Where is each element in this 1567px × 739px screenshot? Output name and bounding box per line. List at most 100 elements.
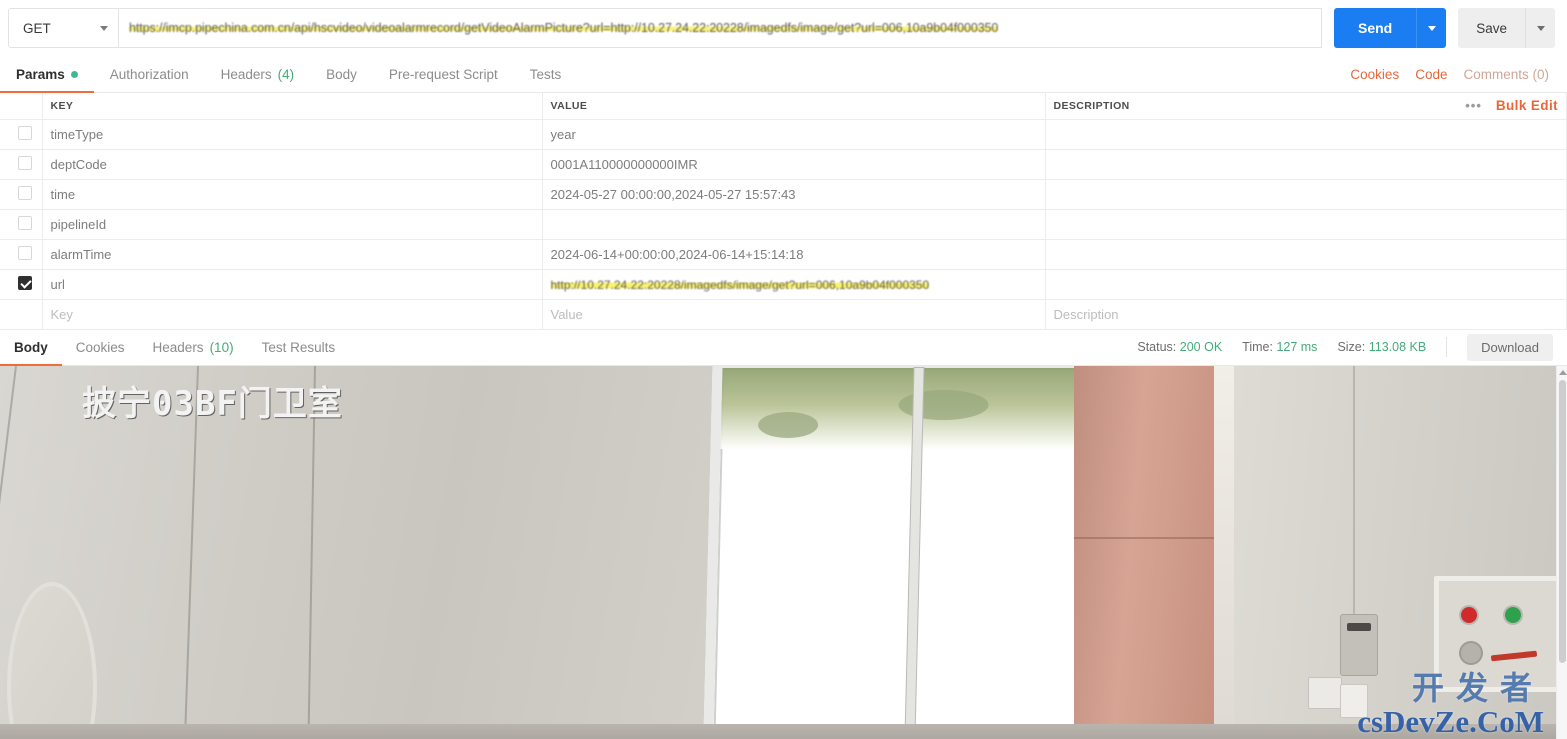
tab-params[interactable]: Params xyxy=(0,56,94,93)
image-panel-knob xyxy=(1460,642,1481,663)
tab-response-headers-label: Headers xyxy=(152,339,204,355)
row-key[interactable]: time xyxy=(42,179,543,210)
time-label: Time: xyxy=(1242,340,1273,354)
tab-body-label: Body xyxy=(326,66,357,82)
table-row[interactable]: url http://10.27.24.22:20228/imagedfs/im… xyxy=(0,269,1567,300)
row-description[interactable] xyxy=(1045,239,1567,270)
params-header-row: KEY VALUE DESCRIPTION ••• Bulk Edit xyxy=(0,93,1567,120)
request-url-input[interactable]: https://imcp.pipechina.com.cn/api/hscvid… xyxy=(118,8,1322,48)
image-floor xyxy=(0,724,1556,739)
row-description[interactable] xyxy=(1045,179,1567,210)
row-key[interactable]: url xyxy=(42,269,543,300)
row-value[interactable]: 2024-06-14+00:00:00,2024-06-14+15:14:18 xyxy=(542,239,1046,270)
row-description[interactable] xyxy=(1045,209,1567,240)
table-row[interactable]: alarmTime 2024-06-14+00:00:00,2024-06-14… xyxy=(0,239,1567,270)
new-value-input[interactable]: Value xyxy=(542,299,1046,330)
row-description[interactable] xyxy=(1045,149,1567,180)
http-method-select[interactable]: GET xyxy=(8,8,118,48)
camera-overlay-label: 披宁03BF门卫室 xyxy=(82,383,343,424)
row-value[interactable]: 2024-05-27 00:00:00,2024-05-27 15:57:43 xyxy=(542,179,1046,210)
status-label: Status: xyxy=(1137,340,1177,354)
table-row[interactable]: timeType year xyxy=(0,119,1567,150)
tab-authorization[interactable]: Authorization xyxy=(94,56,205,92)
params-table-container: KEY VALUE DESCRIPTION ••• Bulk Edit time… xyxy=(0,93,1567,330)
row-checkbox[interactable] xyxy=(18,125,32,140)
row-value[interactable]: 0001A110000000000IMR xyxy=(542,149,1046,180)
tab-response-headers[interactable]: Headers (10) xyxy=(139,330,248,365)
tab-headers[interactable]: Headers (4) xyxy=(205,56,311,92)
size-label: Size: xyxy=(1337,340,1366,354)
request-tabs-left: Params Authorization Headers (4) Body Pr… xyxy=(0,56,578,93)
row-key[interactable]: timeType xyxy=(42,119,543,150)
tab-response-body[interactable]: Body xyxy=(0,330,62,366)
tab-tests-label: Tests xyxy=(529,66,562,82)
tab-body[interactable]: Body xyxy=(310,56,373,92)
row-checkbox-cell[interactable] xyxy=(0,149,43,180)
send-options-button[interactable] xyxy=(1416,8,1447,48)
new-key-input[interactable]: Key xyxy=(42,299,543,330)
new-description-input[interactable]: Description xyxy=(1045,299,1567,330)
tab-tests[interactable]: Tests xyxy=(514,56,578,92)
row-value[interactable]: year xyxy=(542,119,1046,150)
status-value: 200 OK xyxy=(1179,340,1223,354)
tab-pre-request-script[interactable]: Pre-request Script xyxy=(373,56,514,92)
params-rows: timeType year deptCode 0001A110000000000… xyxy=(0,119,1567,330)
size-badge: Size: 113.08 KB xyxy=(1337,340,1426,354)
row-checkbox[interactable] xyxy=(18,155,32,170)
row-checkbox-cell[interactable] xyxy=(0,269,43,300)
row-key[interactable]: alarmTime xyxy=(42,239,543,270)
row-checkbox[interactable] xyxy=(18,215,32,230)
row-key[interactable]: pipelineId xyxy=(42,209,543,240)
row-checkbox[interactable] xyxy=(18,275,32,290)
image-window xyxy=(703,365,1102,739)
code-link[interactable]: Code xyxy=(1415,67,1447,82)
tab-headers-label: Headers xyxy=(220,66,272,82)
tab-params-label: Params xyxy=(16,66,65,82)
row-description[interactable] xyxy=(1045,269,1567,300)
size-value: 113.08 KB xyxy=(1368,340,1427,354)
params-header-value: VALUE xyxy=(542,93,1046,120)
response-vertical-scrollbar[interactable] xyxy=(1556,365,1567,739)
image-wall-mirror xyxy=(7,582,98,739)
table-row[interactable]: time 2024-05-27 00:00:00,2024-05-27 15:5… xyxy=(0,179,1567,210)
scroll-up-arrow-icon[interactable] xyxy=(1559,369,1567,375)
bulk-edit-link[interactable]: Bulk Edit xyxy=(1496,98,1558,113)
tab-test-results[interactable]: Test Results xyxy=(248,330,350,365)
image-wall-wire xyxy=(1353,365,1356,623)
send-button[interactable]: Send xyxy=(1333,8,1417,48)
row-checkbox-cell[interactable] xyxy=(0,119,43,150)
image-right-wall xyxy=(1233,365,1556,739)
save-button[interactable]: Save xyxy=(1458,8,1525,48)
table-row[interactable]: deptCode 0001A110000000000IMR xyxy=(0,149,1567,180)
image-indicator-green xyxy=(1504,606,1521,623)
chevron-down-icon xyxy=(1427,25,1436,31)
save-options-button[interactable] xyxy=(1525,8,1555,48)
download-button[interactable]: Download xyxy=(1467,333,1553,361)
cookies-link[interactable]: Cookies xyxy=(1350,67,1399,82)
row-checkbox-cell xyxy=(0,299,43,330)
tab-response-cookies[interactable]: Cookies xyxy=(62,330,139,365)
meta-divider xyxy=(1446,337,1448,357)
params-table: KEY VALUE DESCRIPTION ••• Bulk Edit time… xyxy=(0,93,1567,330)
chevron-down-icon xyxy=(1536,25,1545,31)
table-row-placeholder[interactable]: Key Value Description xyxy=(0,299,1567,330)
table-row[interactable]: pipelineId xyxy=(0,209,1567,240)
row-checkbox-cell[interactable] xyxy=(0,179,43,210)
params-more-actions-icon[interactable]: ••• xyxy=(1465,98,1482,113)
row-checkbox-cell[interactable] xyxy=(0,239,43,270)
row-value-cell[interactable]: http://10.27.24.22:20228/imagedfs/image/… xyxy=(542,269,1046,300)
comments-link[interactable]: Comments (0) xyxy=(1463,67,1549,82)
response-tabs: Body Cookies Headers (10) Test Results S… xyxy=(0,330,1567,366)
tab-response-body-label: Body xyxy=(14,339,48,355)
scrollbar-thumb[interactable] xyxy=(1559,379,1566,664)
row-checkbox-cell[interactable] xyxy=(0,209,43,240)
time-badge: Time: 127 ms xyxy=(1242,340,1317,354)
row-value[interactable] xyxy=(542,209,1046,240)
row-checkbox[interactable] xyxy=(18,185,32,200)
row-description[interactable] xyxy=(1045,119,1567,150)
row-checkbox[interactable] xyxy=(18,245,32,260)
row-key[interactable]: deptCode xyxy=(42,149,543,180)
time-value: 127 ms xyxy=(1276,340,1318,354)
image-intercom xyxy=(1340,614,1379,677)
request-tabs-right: Cookies Code Comments (0) xyxy=(1350,56,1553,92)
